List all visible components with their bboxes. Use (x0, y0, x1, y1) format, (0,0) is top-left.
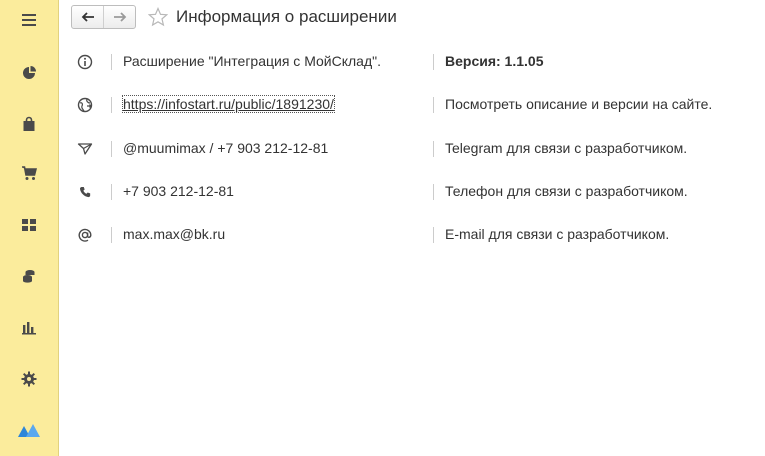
pie-chart-icon[interactable] (0, 55, 58, 91)
moysklad-logo-icon[interactable] (0, 412, 58, 448)
separator (111, 227, 112, 243)
extension-name: Расширение "Интеграция с МойСклад". (123, 53, 381, 69)
toolbar: Информация о расширении (71, 5, 397, 29)
separator (433, 54, 434, 70)
email-description: E-mail для связи с разработчиком. (445, 226, 670, 242)
shopping-bag-icon[interactable] (0, 106, 58, 142)
favorite-button[interactable] (146, 5, 170, 29)
website-link[interactable]: https://infostart.ru/public/1891230/ (122, 95, 335, 113)
gear-icon[interactable] (0, 361, 58, 397)
forward-arrow-icon (113, 12, 126, 22)
bar-chart-icon[interactable] (0, 309, 58, 345)
info-row-website: https://infostart.ru/public/1891230/ Пос… (59, 93, 765, 117)
menu-icon[interactable] (0, 2, 58, 38)
page-title: Информация о расширении (176, 7, 397, 26)
globe-icon (77, 97, 93, 113)
phone-icon (77, 184, 93, 200)
separator (433, 227, 434, 243)
separator (433, 141, 434, 157)
telegram-icon (77, 141, 93, 157)
version-label: Версия: 1.1.05 (445, 53, 544, 69)
main-content: Информация о расширении Расширение "Инте… (59, 0, 765, 456)
cart-icon[interactable] (0, 155, 58, 191)
info-row-extension: Расширение "Интеграция с МойСклад". Верс… (59, 50, 765, 74)
phone-number: +7 903 212-12-81 (123, 183, 234, 199)
separator (111, 184, 112, 200)
coins-icon[interactable] (0, 258, 58, 294)
sidebar (0, 0, 59, 456)
back-button[interactable] (72, 6, 103, 28)
info-row-telegram: @muumimax / +7 903 212-12-81 Telegram дл… (59, 137, 765, 161)
info-row-phone: +7 903 212-12-81 Телефон для связи с раз… (59, 180, 765, 204)
forward-button[interactable] (103, 6, 135, 28)
email-address: max.max@bk.ru (123, 226, 226, 242)
info-row-email: max.max@bk.ru E-mail для связи с разрабо… (59, 223, 765, 247)
telegram-description: Telegram для связи с разработчиком. (445, 140, 688, 156)
separator (433, 184, 434, 200)
separator (111, 54, 112, 70)
website-description: Посмотреть описание и версии на сайте. (445, 96, 713, 112)
at-icon (77, 227, 93, 243)
nav-button-group (71, 5, 136, 29)
telegram-contact: @muumimax / +7 903 212-12-81 (123, 140, 329, 156)
back-arrow-icon (81, 12, 94, 22)
info-icon (77, 54, 93, 70)
separator (111, 141, 112, 157)
phone-description: Телефон для связи с разработчиком. (445, 183, 688, 199)
grid-icon[interactable] (0, 207, 58, 243)
separator (111, 97, 112, 113)
separator (433, 97, 434, 113)
star-icon (148, 7, 168, 27)
